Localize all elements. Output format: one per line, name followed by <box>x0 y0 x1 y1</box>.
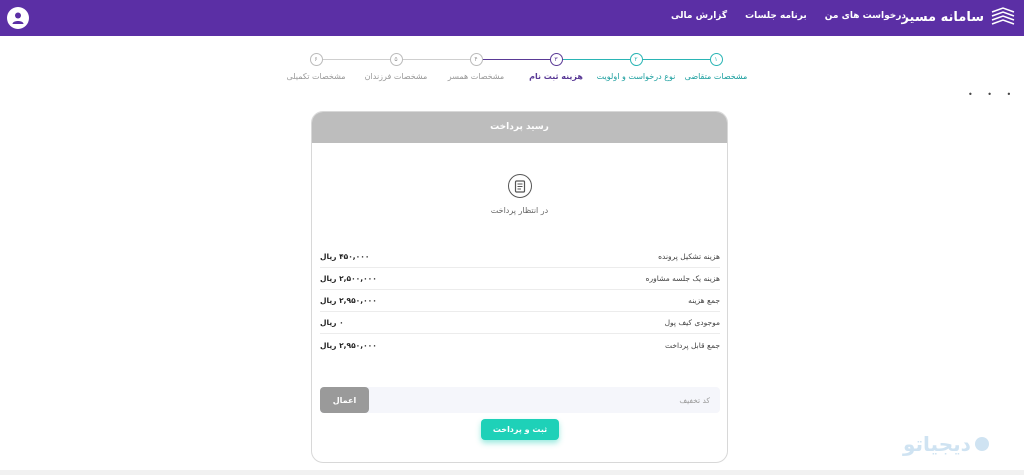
payment-status: در انتظار پرداخت <box>312 174 727 215</box>
step-1[interactable]: ۱ مشخصات متقاضی <box>676 52 756 81</box>
discount-section: اعمال <box>320 387 720 413</box>
step-3[interactable]: ۳ هزینه ثبت نام <box>516 52 596 81</box>
watermark-logo-icon <box>974 437 989 451</box>
nav-financial-report[interactable]: گزارش مالی <box>671 11 727 21</box>
receipt-icon <box>507 174 532 198</box>
row-value: ۲,۹۵۰,۰۰۰ ریال <box>320 296 377 305</box>
table-row: موجودی کیف پول ۰ ریال <box>320 312 720 334</box>
main-nav: درخواست های من برنامه جلسات گزارش مالی <box>671 11 906 21</box>
submit-and-pay-button[interactable]: ثبت و پرداخت <box>481 419 559 440</box>
step-label: نوع درخواست و اولویت <box>596 72 676 81</box>
step-label: مشخصات تکمیلی <box>286 72 346 81</box>
status-text: در انتظار پرداخت <box>490 206 549 215</box>
progress-stepper: ۶ مشخصات تکمیلی ۵ مشخصات فرزندان ۴ مشخصا… <box>280 52 760 82</box>
table-row: جمع هزینه ۲,۹۵۰,۰۰۰ ریال <box>320 290 720 312</box>
watermark-text: دیجیاتو <box>903 432 971 456</box>
step-number: ۳ <box>549 53 563 66</box>
step-number: ۶ <box>309 53 323 66</box>
footer-divider <box>0 470 1024 475</box>
step-6[interactable]: ۶ مشخصات تکمیلی <box>276 52 356 81</box>
row-value: ۲,۵۰۰,۰۰۰ ریال <box>320 274 377 283</box>
table-row: هزینه تشکیل پرونده ۴۵۰,۰۰۰ ریال <box>320 246 720 268</box>
watermark: دیجیاتو <box>903 432 989 456</box>
step-number: ۵ <box>389 53 403 66</box>
payment-receipt-card: رسید پرداخت در انتظار پرداخت هزینه تشکیل… <box>311 111 728 463</box>
brand-title: سامانه مسیر <box>901 9 984 25</box>
step-label: مشخصات فرزندان <box>364 72 428 81</box>
row-label: موجودی کیف پول <box>664 318 720 327</box>
step-number: ۴ <box>469 53 483 66</box>
step-2[interactable]: ۲ نوع درخواست و اولویت <box>596 52 676 81</box>
row-label: هزینه یک جلسه مشاوره <box>645 274 720 283</box>
row-label: جمع قابل پرداخت <box>664 340 720 350</box>
table-row: هزینه یک جلسه مشاوره ۲,۵۰۰,۰۰۰ ریال <box>320 268 720 290</box>
row-value: ۰ ریال <box>320 318 344 327</box>
brand-logo-icon <box>991 7 1015 25</box>
decorative-dots: • • • <box>968 90 1018 99</box>
step-number: ۱ <box>709 53 723 66</box>
row-label: جمع هزینه <box>688 296 720 305</box>
discount-code-input[interactable] <box>380 387 720 413</box>
user-avatar[interactable] <box>7 7 29 29</box>
step-label: هزینه ثبت نام <box>529 72 583 81</box>
nav-meetings[interactable]: برنامه جلسات <box>745 11 807 21</box>
step-5[interactable]: ۵ مشخصات فرزندان <box>356 52 436 81</box>
top-navbar: درخواست های من برنامه جلسات گزارش مالی س… <box>0 0 1024 36</box>
step-label: مشخصات همسر <box>447 72 505 81</box>
row-label: هزینه تشکیل پرونده <box>658 252 720 261</box>
user-icon <box>12 12 24 24</box>
card-title: رسید پرداخت <box>312 112 727 143</box>
table-row: جمع قابل پرداخت ۲,۹۵۰,۰۰۰ ریال <box>320 334 720 356</box>
nav-my-requests[interactable]: درخواست های من <box>825 11 906 21</box>
step-number: ۲ <box>629 53 643 66</box>
row-value: ۴۵۰,۰۰۰ ریال <box>320 252 370 261</box>
row-value: ۲,۹۵۰,۰۰۰ ریال <box>320 340 377 350</box>
apply-discount-button[interactable]: اعمال <box>320 387 369 413</box>
step-label: مشخصات متقاضی <box>684 72 748 81</box>
step-4[interactable]: ۴ مشخصات همسر <box>436 52 516 81</box>
cost-breakdown: هزینه تشکیل پرونده ۴۵۰,۰۰۰ ریال هزینه یک… <box>320 246 720 356</box>
brand[interactable]: سامانه مسیر <box>901 6 1016 28</box>
